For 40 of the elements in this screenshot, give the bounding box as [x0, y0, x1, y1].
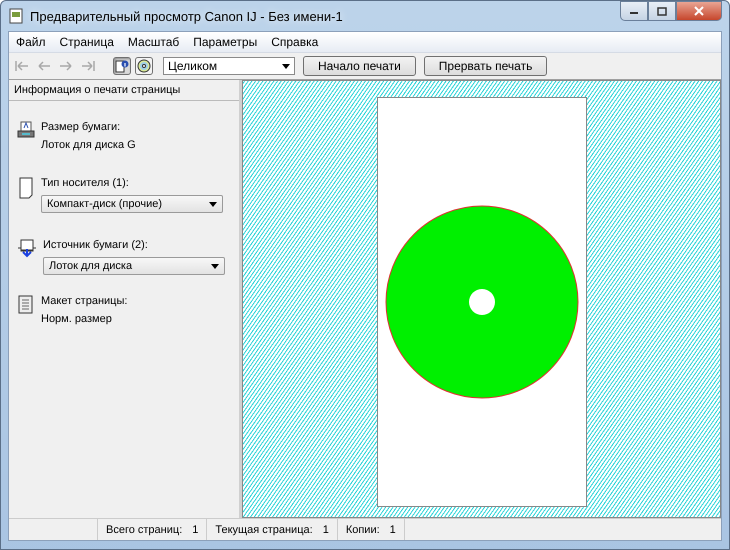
caret-icon — [282, 64, 290, 68]
field-value: Норм. размер — [41, 313, 113, 325]
status-label: Текущая страница: — [215, 524, 313, 536]
maximize-button[interactable] — [648, 1, 676, 21]
status-label: Копии: — [346, 524, 380, 536]
status-value: 1 — [192, 524, 198, 536]
disc-icon — [137, 59, 151, 73]
status-value: 1 — [390, 524, 396, 536]
zoom-dropdown[interactable]: Целиком — [163, 57, 295, 75]
caret-icon — [211, 264, 219, 268]
menu-item[interactable]: Страница — [52, 35, 121, 49]
menu-item[interactable]: Масштаб — [120, 35, 186, 49]
menu-item[interactable]: Параметры — [186, 35, 264, 49]
printer-icon — [17, 121, 35, 139]
dropdown[interactable]: Лоток для диска — [43, 257, 225, 275]
field-label: Макет страницы: — [41, 295, 128, 307]
field-label: Источник бумаги (2): — [43, 239, 149, 251]
menu-item[interactable]: Файл — [9, 35, 53, 49]
page-icon — [17, 177, 35, 199]
caret-icon — [209, 202, 217, 206]
document-icon — [17, 295, 35, 315]
window-title: Предварительный просмотр Canon IJ - Без имени-1 — [30, 8, 343, 24]
field-value: Лоток для диска G — [41, 139, 137, 151]
info-icon — [115, 59, 129, 73]
toolbar-button[interactable]: Прервать печать — [424, 56, 548, 76]
toggle-button[interactable] — [113, 57, 131, 75]
menu-item[interactable]: Справка — [264, 35, 326, 49]
close-icon — [693, 6, 705, 16]
status-value: 1 — [322, 524, 329, 536]
field-label: Размер бумаги: — [41, 121, 122, 133]
toolbar-button[interactable]: Начало печати — [303, 56, 416, 76]
dropdown[interactable]: Компакт-диск (прочие) — [41, 195, 223, 213]
toggle-button[interactable] — [135, 57, 153, 75]
tray-icon — [17, 239, 37, 259]
maximize-icon — [657, 6, 667, 16]
app-icon — [8, 8, 24, 24]
field-label: Тип носителя (1): — [41, 177, 130, 189]
minimize-button[interactable] — [620, 1, 648, 21]
status-label: Всего страниц: — [106, 524, 182, 536]
close-button[interactable] — [676, 1, 722, 21]
